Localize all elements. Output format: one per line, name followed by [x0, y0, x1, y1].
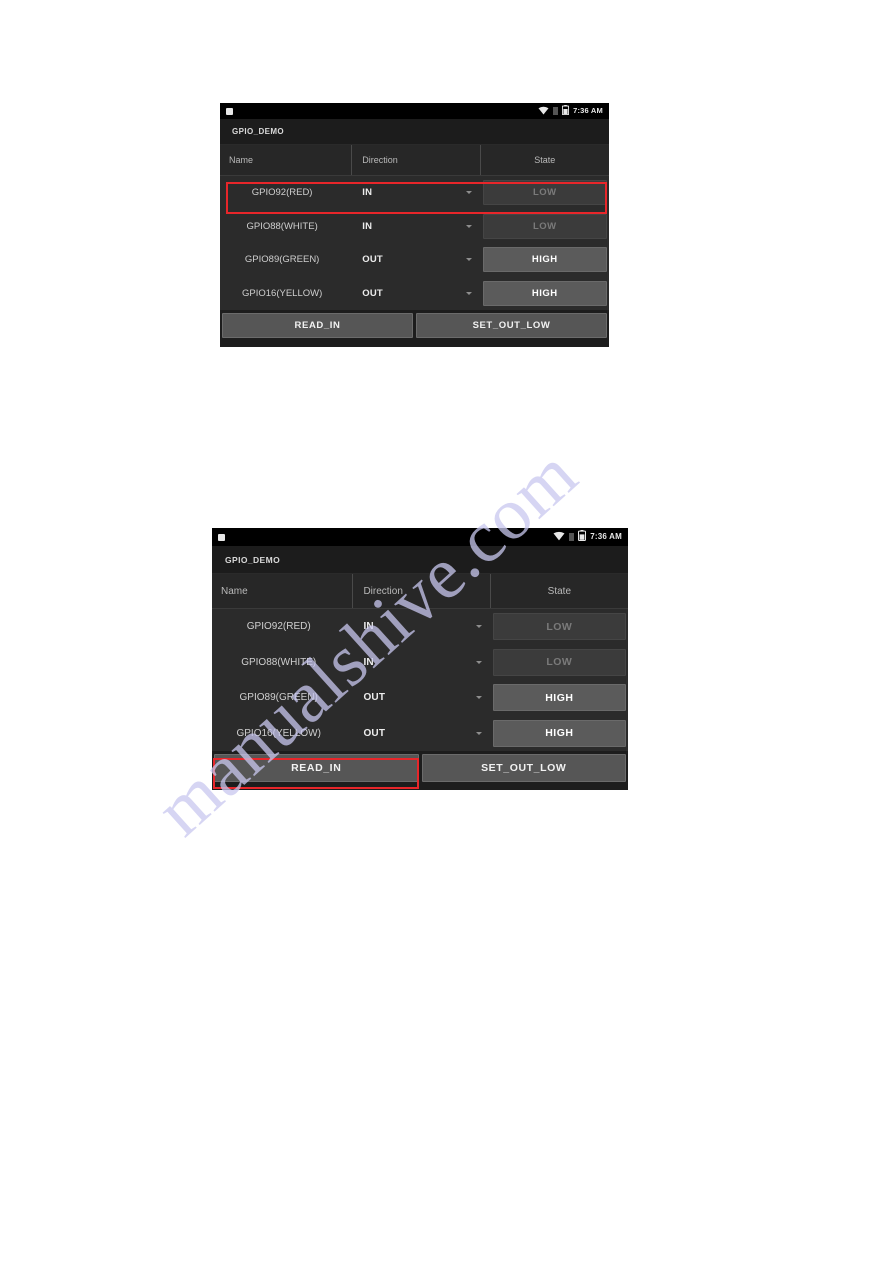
state-cell: HIGH: [481, 280, 609, 306]
table-body: GPIO92(RED) IN LOW GPIO88(WHITE) IN LOW …: [220, 176, 609, 310]
sim-card-icon: [569, 533, 575, 541]
status-bar-clock: 7:36 AM: [573, 106, 603, 116]
direction-dropdown[interactable]: OUT: [353, 728, 490, 739]
table-row[interactable]: GPIO88(WHITE) IN LOW: [212, 645, 628, 681]
app-title-bar: GPIO_DEMO: [212, 546, 628, 574]
battery-icon: [578, 528, 587, 546]
state-cell: LOW: [491, 648, 628, 676]
read-in-button[interactable]: READ_IN: [214, 754, 419, 782]
set-out-low-button[interactable]: SET_OUT_LOW: [421, 754, 626, 782]
table-body: GPIO92(RED) IN LOW GPIO88(WHITE) IN LOW …: [212, 609, 628, 751]
direction-dropdown[interactable]: IN: [353, 621, 490, 632]
app-title-bar: GPIO_DEMO: [220, 119, 609, 145]
column-header-state: State: [547, 585, 572, 597]
notification-square-icon: [226, 107, 233, 115]
chevron-down-icon: [475, 696, 482, 700]
direction-value: OUT: [362, 287, 383, 299]
direction-dropdown[interactable]: OUT: [353, 692, 490, 703]
chevron-down-icon: [465, 258, 472, 262]
chevron-down-icon: [475, 731, 482, 735]
screenshot-1-device-frame: 7:36 AM GPIO_DEMO Name Direction State G…: [220, 103, 609, 347]
gpio-name-label: GPIO89(GREEN): [239, 692, 318, 704]
table-row[interactable]: GPIO16(YELLOW) OUT HIGH: [212, 716, 628, 752]
state-toggle-button[interactable]: HIGH: [492, 719, 626, 747]
table-row[interactable]: GPIO89(GREEN) OUT HIGH: [212, 680, 628, 716]
direction-dropdown[interactable]: OUT: [352, 288, 480, 299]
status-bar: 7:36 AM: [220, 103, 609, 119]
app-title: GPIO_DEMO: [232, 127, 285, 136]
state-cell: HIGH: [481, 247, 609, 273]
table-header-row: Name Direction State: [212, 574, 628, 609]
notification-square-icon: [218, 533, 225, 541]
chevron-down-icon: [475, 660, 482, 664]
column-header-direction: Direction: [353, 574, 491, 608]
table-row[interactable]: GPIO92(RED) IN LOW: [220, 176, 609, 210]
gpio-name-label: GPIO88(WHITE): [246, 220, 318, 232]
direction-value: OUT: [363, 727, 386, 739]
chevron-down-icon: [465, 291, 472, 295]
direction-value: IN: [362, 220, 373, 232]
status-bar-right: 7:36 AM: [553, 528, 622, 546]
sim-card-icon: [553, 107, 559, 115]
gpio-name-label: GPIO88(WHITE): [241, 656, 317, 668]
status-bar-left: [226, 107, 233, 115]
status-bar-left: [218, 533, 225, 541]
app-title: GPIO_DEMO: [225, 554, 281, 565]
wifi-icon: [553, 528, 565, 546]
table-row[interactable]: GPIO16(YELLOW) OUT HIGH: [220, 277, 609, 311]
state-cell: LOW: [481, 180, 609, 206]
screenshot-2-device-frame: 7:36 AM GPIO_DEMO Name Direction State G…: [212, 528, 628, 790]
action-button-bar: READ_IN SET_OUT_LOW: [212, 751, 628, 786]
table-row[interactable]: GPIO88(WHITE) IN LOW: [220, 210, 609, 244]
wifi-icon: [538, 103, 549, 120]
direction-value: IN: [363, 621, 374, 633]
action-button-bar: READ_IN SET_OUT_LOW: [220, 310, 609, 342]
direction-value: OUT: [362, 254, 383, 266]
direction-dropdown[interactable]: OUT: [352, 254, 480, 265]
direction-value: OUT: [363, 692, 386, 704]
chevron-down-icon: [465, 191, 472, 195]
state-toggle-button[interactable]: HIGH: [482, 280, 607, 306]
gpio-name-label: GPIO92(RED): [251, 187, 313, 199]
direction-dropdown[interactable]: IN: [352, 221, 480, 232]
chevron-down-icon: [465, 224, 472, 228]
direction-value: IN: [362, 187, 373, 199]
gpio-name-label: GPIO16(YELLOW): [236, 727, 321, 739]
table-header-row: Name Direction State: [220, 145, 609, 176]
column-header-direction: Direction: [352, 145, 481, 175]
state-toggle-button[interactable]: HIGH: [492, 684, 626, 712]
table-row[interactable]: GPIO92(RED) IN LOW: [212, 609, 628, 645]
set-out-low-button[interactable]: SET_OUT_LOW: [416, 313, 607, 338]
gpio-name-label: GPIO92(RED): [246, 621, 311, 633]
chevron-down-icon: [475, 625, 482, 629]
state-toggle-button[interactable]: LOW: [492, 648, 626, 676]
state-cell: LOW: [481, 213, 609, 239]
state-toggle-button[interactable]: LOW: [482, 180, 607, 206]
status-bar-right: 7:36 AM: [538, 103, 603, 120]
status-bar: 7:36 AM: [212, 528, 628, 546]
state-toggle-button[interactable]: HIGH: [482, 247, 607, 273]
state-cell: LOW: [491, 613, 628, 641]
column-header-name: Name: [220, 145, 353, 175]
state-cell: HIGH: [491, 684, 628, 712]
battery-icon: [562, 103, 570, 120]
status-bar-clock: 7:36 AM: [590, 532, 622, 541]
gpio-name-label: GPIO16(YELLOW): [242, 287, 323, 299]
state-toggle-button[interactable]: LOW: [492, 613, 626, 641]
gpio-name-label: GPIO89(GREEN): [244, 254, 320, 266]
column-header-name: Name: [212, 574, 354, 608]
direction-value: IN: [363, 656, 374, 668]
direction-dropdown[interactable]: IN: [353, 657, 490, 668]
read-in-button[interactable]: READ_IN: [222, 313, 413, 338]
direction-dropdown[interactable]: IN: [352, 187, 480, 198]
state-cell: HIGH: [491, 719, 628, 747]
table-row[interactable]: GPIO89(GREEN) OUT HIGH: [220, 243, 609, 277]
state-toggle-button[interactable]: LOW: [482, 213, 607, 239]
column-header-state: State: [534, 155, 556, 165]
